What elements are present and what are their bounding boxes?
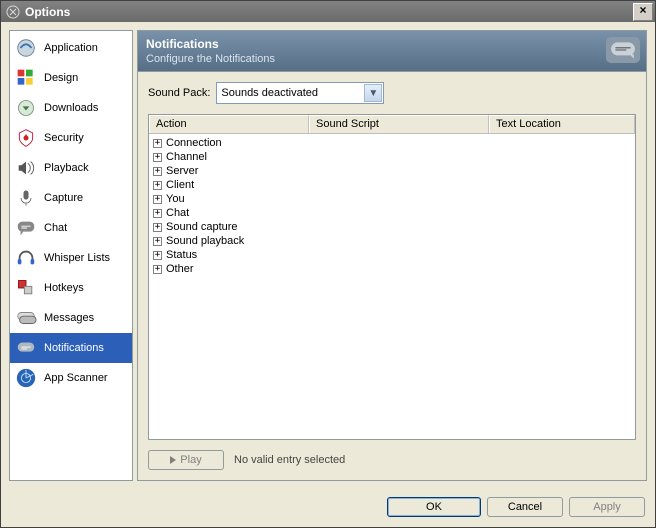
column-text-location[interactable]: Text Location [489,115,635,133]
tree-item-label: Client [166,179,194,191]
sidebar-item-label: App Scanner [44,372,108,384]
tree-item[interactable]: + Server [153,164,631,178]
sidebar-item-label: Chat [44,222,67,234]
sidebar-item-label: Hotkeys [44,282,84,294]
sidebar-item-label: Design [44,72,78,84]
tree-item-label: Status [166,249,197,261]
title-bar[interactable]: Options × [1,1,655,22]
sidebar-item-notifications[interactable]: Notifications [10,333,132,363]
tree-item-label: Chat [166,207,189,219]
tree-item-label: Sound capture [166,221,238,233]
action-listview: Action Sound Script Text Location + Conne… [148,114,636,440]
expand-icon[interactable]: + [153,265,162,274]
sidebar-item-label: Whisper Lists [44,252,110,264]
tree-item-label: Sound playback [166,235,244,247]
sidebar-item-chat[interactable]: Chat [10,213,132,243]
expand-icon[interactable]: + [153,209,162,218]
sidebar-item-messages[interactable]: Messages [10,303,132,333]
sidebar-item-label: Security [44,132,84,144]
listview-body[interactable]: + Connection + Channel + Server + Client + Yo… [149,134,635,439]
sidebar-item-application[interactable]: Application [10,33,132,63]
sound-pack-row: Sound Pack: Sounds deactivated ▼ [148,82,636,104]
microphone-icon [14,186,38,210]
play-button[interactable]: Play [148,450,224,470]
playback-icon [14,156,38,180]
sound-pack-value: Sounds deactivated [221,87,318,99]
button-bar: OK Cancel Apply [1,489,655,527]
tree-item[interactable]: + Other [153,262,631,276]
page-body: Sound Pack: Sounds deactivated ▼ Action … [137,72,647,481]
sidebar-item-label: Notifications [44,342,104,354]
page-header: Notifications Configure the Notification… [137,30,647,72]
close-button[interactable]: × [633,3,653,21]
ok-button[interactable]: OK [387,497,481,517]
expand-icon[interactable]: + [153,223,162,232]
play-icon [170,456,176,464]
notifications-icon [14,336,38,360]
expand-icon[interactable]: + [153,153,162,162]
apply-button[interactable]: Apply [569,497,645,517]
download-icon [14,96,38,120]
sidebar-item-security[interactable]: Security [10,123,132,153]
sidebar-item-downloads[interactable]: Downloads [10,93,132,123]
sidebar-item-whisper-lists[interactable]: Whisper Lists [10,243,132,273]
play-row: Play No valid entry selected [148,450,636,470]
tree-item-label: Connection [166,137,222,149]
tree-item-label: You [166,193,185,205]
main-pane: Notifications Configure the Notification… [137,30,647,481]
tree-item[interactable]: + Client [153,178,631,192]
page-subtitle: Configure the Notifications [146,53,638,65]
tree-item[interactable]: + Sound playback [153,234,631,248]
expand-icon[interactable]: + [153,139,162,148]
scanner-icon [14,366,38,390]
tree-item[interactable]: + Connection [153,136,631,150]
sidebar-item-label: Downloads [44,102,98,114]
column-action[interactable]: Action [149,115,309,133]
application-icon [14,36,38,60]
tree-item-label: Channel [166,151,207,163]
options-window: Options × Application Design [0,0,656,528]
sidebar-item-label: Playback [44,162,89,174]
tree-item-label: Server [166,165,198,177]
expand-icon[interactable]: + [153,237,162,246]
listview-header: Action Sound Script Text Location [149,115,635,134]
play-label: Play [180,454,201,466]
sound-pack-label: Sound Pack: [148,87,210,99]
page-title: Notifications [146,37,638,51]
tree-item-label: Other [166,263,194,275]
sidebar-item-playback[interactable]: Playback [10,153,132,183]
tree-item[interactable]: + Status [153,248,631,262]
sidebar-item-label: Messages [44,312,94,324]
sidebar-item-hotkeys[interactable]: Hotkeys [10,273,132,303]
headset-icon [14,246,38,270]
tree-item[interactable]: + Sound capture [153,220,631,234]
security-icon [14,126,38,150]
expand-icon[interactable]: + [153,251,162,260]
tree-item[interactable]: + You [153,192,631,206]
design-icon [14,66,38,90]
dropdown-arrow-icon: ▼ [364,84,382,102]
play-status: No valid entry selected [234,454,345,466]
content: Application Design Downloads [1,22,655,489]
column-sound-script[interactable]: Sound Script [309,115,489,133]
sidebar-item-app-scanner[interactable]: App Scanner [10,363,132,393]
app-icon [5,4,21,20]
cancel-button[interactable]: Cancel [487,497,563,517]
sidebar-item-design[interactable]: Design [10,63,132,93]
expand-icon[interactable]: + [153,195,162,204]
tree-item[interactable]: + Chat [153,206,631,220]
hotkeys-icon [14,276,38,300]
sidebar-item-label: Application [44,42,98,54]
notifications-header-icon [606,37,640,63]
sound-pack-select[interactable]: Sounds deactivated ▼ [216,82,384,104]
tree-item[interactable]: + Channel [153,150,631,164]
sidebar-item-label: Capture [44,192,83,204]
messages-icon [14,306,38,330]
chat-icon [14,216,38,240]
expand-icon[interactable]: + [153,181,162,190]
window-title: Options [25,5,633,19]
expand-icon[interactable]: + [153,167,162,176]
sidebar: Application Design Downloads [9,30,133,481]
sidebar-item-capture[interactable]: Capture [10,183,132,213]
